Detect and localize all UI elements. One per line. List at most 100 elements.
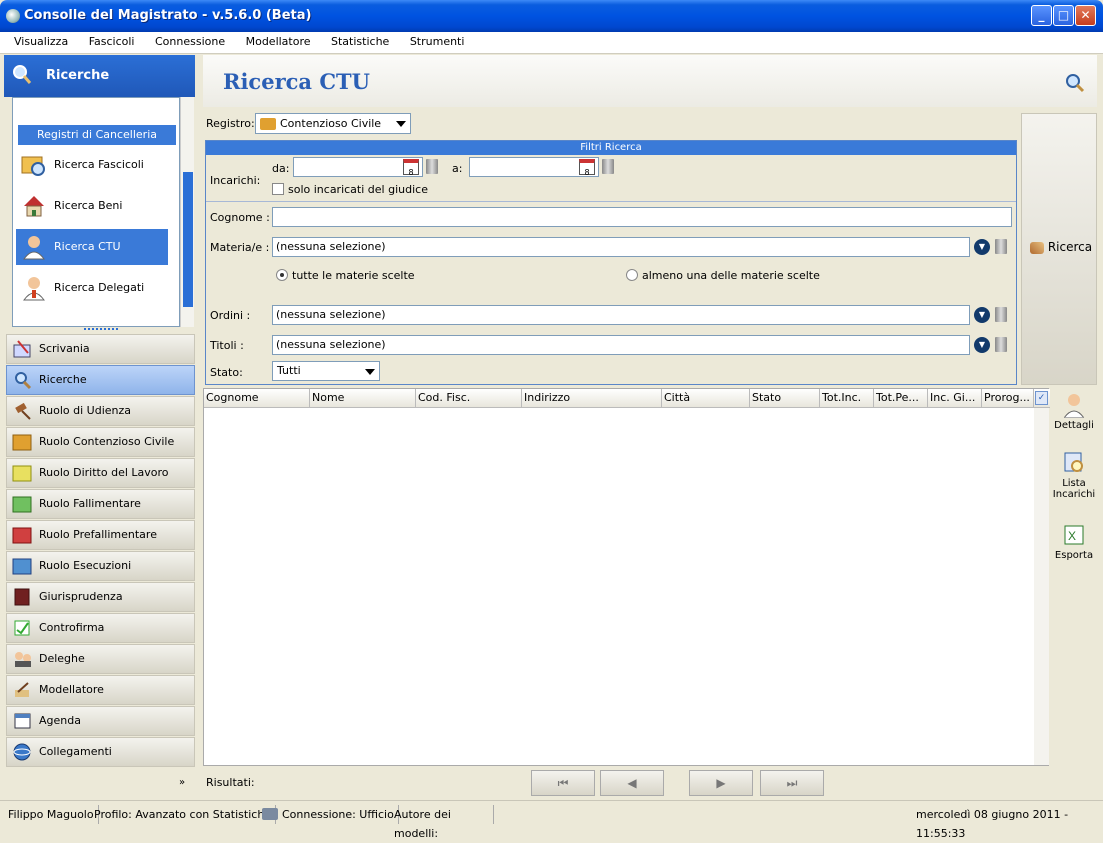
prev-page-button[interactable]: ◀ [600, 770, 664, 796]
lista-incarichi-button[interactable]: Lista Incarichi [1051, 450, 1097, 500]
menu-statistiche[interactable]: Statistiche [322, 32, 397, 52]
titoli-field[interactable]: (nessuna selezione) [272, 335, 970, 355]
ordini-dropdown-icon[interactable]: ▼ [974, 307, 990, 323]
dropdown-arrow-icon [396, 121, 406, 127]
search-icon [13, 65, 32, 84]
solo-giudice-checkbox[interactable] [272, 183, 284, 195]
registro-select[interactable]: Contenzioso Civile [255, 113, 411, 134]
clear-trash-icon[interactable] [426, 159, 438, 174]
col-prorog[interactable]: Prorog... [982, 389, 1034, 408]
clear-trash-icon[interactable] [995, 337, 1007, 352]
dropdown-arrow-icon [365, 369, 375, 375]
calendar-icon[interactable]: 8 [579, 159, 595, 177]
calendar-icon[interactable]: 8 [403, 159, 419, 177]
svg-text:X: X [1068, 529, 1076, 543]
menu-strumenti[interactable]: Strumenti [401, 32, 473, 52]
registro-label: Registro: [206, 117, 255, 130]
materia-dropdown-icon[interactable]: ▼ [974, 239, 990, 255]
network-icon [262, 808, 278, 820]
folder-icon [260, 118, 276, 130]
nav-ruolo-udienza[interactable]: Ruolo di Udienza [6, 396, 195, 426]
stato-select[interactable]: Tutti [272, 361, 380, 381]
main-panel: Ricerca CTU Registro: Contenzioso Civile… [203, 55, 1097, 800]
list-search-icon [1064, 452, 1083, 472]
close-button[interactable]: ✕ [1075, 5, 1096, 26]
dettagli-button[interactable]: Dettagli [1051, 392, 1097, 431]
nav-ruolo-contenzioso[interactable]: Ruolo Contenzioso Civile [6, 427, 195, 457]
col-cognome[interactable]: Cognome [204, 389, 310, 408]
col-citta[interactable]: Città [662, 389, 750, 408]
clear-trash-icon[interactable] [602, 159, 614, 174]
nav-agenda[interactable]: Agenda [6, 706, 195, 736]
nav-label: Collegamenti [39, 745, 112, 758]
page-title: Ricerca CTU [223, 69, 370, 94]
nav-collegamenti[interactable]: Collegamenti [6, 737, 195, 767]
menu-fascicoli[interactable]: Fascicoli [80, 32, 143, 52]
incarichi-label: Incarichi: [210, 174, 261, 187]
nav-controfirma[interactable]: Controfirma [6, 613, 195, 643]
people-icon [15, 652, 31, 667]
col-inc-gi[interactable]: Inc. Gi... [928, 389, 982, 408]
ordini-field[interactable]: (nessuna selezione) [272, 305, 970, 325]
clear-trash-icon[interactable] [995, 307, 1007, 322]
nav-deleghe[interactable]: Deleghe [6, 644, 195, 674]
menu-modellatore[interactable]: Modellatore [237, 32, 319, 52]
radio-tutte-materie[interactable] [276, 269, 288, 281]
nav-giurisprudenza[interactable]: Giurisprudenza [6, 582, 195, 612]
column-chooser-icon[interactable]: ✓ [1035, 391, 1048, 405]
nav-ruolo-esecuzioni[interactable]: Ruolo Esecuzioni [6, 551, 195, 581]
col-cod-fisc[interactable]: Cod. Fisc. [416, 389, 522, 408]
titoli-label: Titoli : [210, 339, 244, 352]
table-header: Cognome Nome Cod. Fisc. Indirizzo Città … [204, 389, 1050, 408]
nav-ricerche[interactable]: Ricerche [6, 365, 195, 395]
cognome-input[interactable] [272, 207, 1012, 227]
ricerca-button-label: Ricerca [1047, 240, 1093, 254]
ricerca-button[interactable]: Ricerca [1021, 113, 1097, 385]
folder-ef-icon [12, 558, 32, 575]
nav-ruolo-lavoro[interactable]: Ruolo Diritto del Lavoro [6, 458, 195, 488]
scroll-thumb[interactable] [183, 172, 193, 307]
tree-scrollbar[interactable] [180, 97, 194, 327]
col-tot-pe[interactable]: Tot.Pe... [874, 389, 928, 408]
nav-modellatore[interactable]: Modellatore [6, 675, 195, 705]
tree-item-ricerca-delegati[interactable]: Ricerca Delegati [16, 270, 168, 306]
nav-scrivania[interactable]: Scrivania [6, 334, 195, 364]
tree-item-ricerca-beni[interactable]: Ricerca Beni [16, 188, 168, 224]
left-pane: Ricerche Registri di Cancelleria Ricerca… [4, 55, 195, 800]
menu-visualizza[interactable]: Visualizza [0, 32, 76, 52]
last-page-button[interactable]: ⏭ [760, 770, 824, 796]
results-table[interactable]: Cognome Nome Cod. Fisc. Indirizzo Città … [203, 388, 1050, 766]
col-indirizzo[interactable]: Indirizzo [522, 389, 662, 408]
col-stato[interactable]: Stato [750, 389, 820, 408]
nav-label: Agenda [39, 714, 81, 727]
esporta-button[interactable]: X Esporta [1051, 522, 1097, 561]
splitter-grip[interactable] [84, 328, 118, 332]
col-nome[interactable]: Nome [310, 389, 416, 408]
next-page-button[interactable]: ▶ [689, 770, 753, 796]
materia-field[interactable]: (nessuna selezione) [272, 237, 970, 257]
nav-ruolo-prefallimentare[interactable]: Ruolo Prefallimentare [6, 520, 195, 550]
nav-label: Ricerche [39, 373, 87, 386]
table-scrollbar[interactable] [1034, 408, 1049, 765]
col-tot-inc[interactable]: Tot.Inc. [820, 389, 874, 408]
ricerche-header[interactable]: Ricerche [4, 55, 195, 97]
nav-label: Giurisprudenza [39, 590, 123, 603]
radio-almeno-label: almeno una delle materie scelte [642, 269, 820, 282]
minimize-button[interactable]: _ [1031, 5, 1052, 26]
status-author: Autore dei modelli: [390, 805, 494, 840]
clear-trash-icon[interactable] [995, 239, 1007, 254]
separator [206, 201, 1016, 202]
registri-group-header: Registri di Cancelleria [18, 125, 176, 145]
expand-chevron[interactable]: » [179, 777, 185, 788]
radio-almeno-una[interactable] [626, 269, 638, 281]
tree-item-label: Ricerca Fascicoli [54, 158, 144, 171]
titoli-dropdown-icon[interactable]: ▼ [974, 337, 990, 353]
tree-item-ricerca-fascicoli[interactable]: Ricerca Fascicoli [16, 147, 168, 183]
nav-ruolo-fallimentare[interactable]: Ruolo Fallimentare [6, 489, 195, 519]
tree-item-ricerca-ctu[interactable]: Ricerca CTU [16, 229, 168, 265]
first-page-button[interactable]: ⏮ [531, 770, 595, 796]
registro-value: Contenzioso Civile [280, 117, 382, 130]
menu-connessione[interactable]: Connessione [146, 32, 233, 52]
globe-icon [13, 743, 31, 761]
maximize-button[interactable]: □ [1053, 5, 1074, 26]
